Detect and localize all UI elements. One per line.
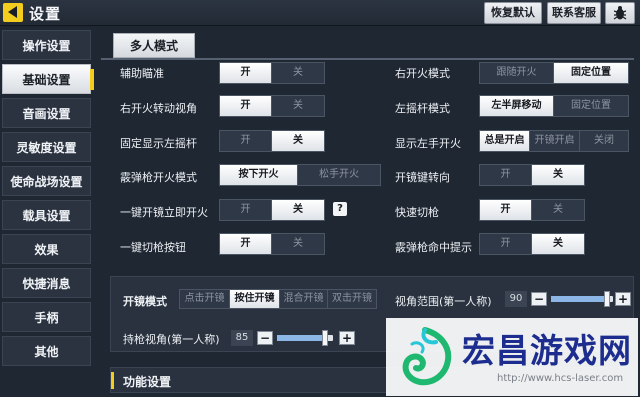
fixed-left-stick-toggle: 开 关 xyxy=(219,130,325,152)
fov-slider-fill xyxy=(551,296,607,302)
sidebar-item-audio-video[interactable]: 音画设置 xyxy=(2,98,91,128)
right-fire-mode-toggle: 跟随开火 固定位置 xyxy=(479,62,629,84)
right-fire-rotate-off[interactable]: 关 xyxy=(272,96,324,116)
fov-decrease-button[interactable]: − xyxy=(531,292,547,306)
scope-key-turn-label: 开镜键转向 xyxy=(395,171,450,184)
quick-switch-gun-on[interactable]: 开 xyxy=(480,200,533,220)
left-stick-half-screen[interactable]: 左半屏移动 xyxy=(480,96,554,116)
watermark-text: 宏昌游戏网 xyxy=(462,331,632,370)
fixed-left-stick-label: 固定显示左摇杆 xyxy=(120,137,197,150)
quick-switch-gun-off[interactable]: 关 xyxy=(532,200,584,220)
aim-assist-label: 辅助瞄准 xyxy=(120,67,164,80)
scope-mode-mixed[interactable]: 混合开镜 xyxy=(280,290,328,308)
left-stick-mode-toggle: 左半屏移动 固定位置 xyxy=(479,95,629,117)
sidebar-item-quick-messages[interactable]: 快捷消息 xyxy=(2,268,91,298)
left-stick-mode-label: 左摇杆模式 xyxy=(395,102,450,115)
scope-instant-fire-off[interactable]: 关 xyxy=(272,200,324,220)
fov-label: 视角范围(第一人称) xyxy=(395,295,492,308)
restore-default-button[interactable]: 恢复默认 xyxy=(484,2,542,24)
sidebar-item-battlefield[interactable]: 使命战场设置 xyxy=(2,166,91,196)
right-fire-rotate-toggle: 开 关 xyxy=(219,95,325,117)
one-key-switch-gun-toggle: 开 关 xyxy=(219,233,325,255)
watermark: 宏昌游戏网 http://www.hcs-laser.com xyxy=(386,318,638,396)
aim-assist-on[interactable]: 开 xyxy=(220,63,273,83)
scope-instant-fire-toggle: 开 关 xyxy=(219,199,325,221)
left-stick-fixed[interactable]: 固定位置 xyxy=(554,96,628,116)
quick-switch-gun-label: 快速切枪 xyxy=(395,206,439,219)
show-left-fire-scoped[interactable]: 开镜开启 xyxy=(530,131,580,151)
gun-view-slider[interactable] xyxy=(277,330,333,346)
right-fire-rotate-on[interactable]: 开 xyxy=(220,96,273,116)
fov-value: 90 xyxy=(505,291,527,307)
contact-support-button[interactable]: 联系客服 xyxy=(547,2,601,24)
gun-view-decrease-button[interactable]: − xyxy=(257,331,273,345)
scope-mode-selector: 点击开镜 按住开镜 混合开镜 双击开镜 xyxy=(179,289,377,309)
sidebar-item-controller[interactable]: 手柄 xyxy=(2,302,91,332)
gun-view-label: 持枪视角(第一人称) xyxy=(123,333,220,346)
page-title: 设置 xyxy=(29,5,62,23)
dragon-logo-icon xyxy=(402,327,452,386)
scope-mode-label: 开镜模式 xyxy=(123,295,167,308)
shotgun-hit-hint-off[interactable]: 关 xyxy=(532,234,584,254)
show-left-fire-label: 显示左手开火 xyxy=(395,137,461,150)
one-key-switch-gun-label: 一键切枪按钮 xyxy=(120,241,186,254)
tab-multiplayer[interactable]: 多人模式 xyxy=(113,33,195,58)
fixed-left-stick-on[interactable]: 开 xyxy=(220,131,273,151)
scope-mode-double-tap[interactable]: 双击开镜 xyxy=(328,290,376,308)
shotgun-release-fire[interactable]: 松手开火 xyxy=(298,165,380,185)
watermark-url: http://www.hcs-laser.com xyxy=(497,373,624,384)
bug-icon xyxy=(613,6,627,20)
shotgun-fire-mode-label: 霰弹枪开火模式 xyxy=(120,171,197,184)
show-left-fire-off[interactable]: 关闭 xyxy=(580,131,628,151)
show-left-fire-always[interactable]: 总是开启 xyxy=(480,131,530,151)
settings-panel: 辅助瞄准 开 关 右开火转动视角 开 关 固定显示左摇杆 开 关 霰弹枪开火模式… xyxy=(101,60,637,270)
one-key-switch-gun-on[interactable]: 开 xyxy=(220,234,273,254)
scope-mode-hold[interactable]: 按住开镜 xyxy=(230,290,280,308)
help-icon[interactable]: ? xyxy=(333,202,347,216)
right-fire-follow[interactable]: 跟随开火 xyxy=(480,63,554,83)
scope-key-turn-on[interactable]: 开 xyxy=(480,165,533,185)
sidebar-item-sensitivity[interactable]: 灵敏度设置 xyxy=(2,132,91,162)
shotgun-hit-hint-label: 霰弹枪命中提示 xyxy=(395,241,472,254)
right-fire-fixed[interactable]: 固定位置 xyxy=(554,63,628,83)
one-key-switch-gun-off[interactable]: 关 xyxy=(272,234,324,254)
function-settings-title: 功能设置 xyxy=(123,375,172,389)
scope-key-turn-toggle: 开 关 xyxy=(479,164,585,186)
fov-slider-thumb[interactable] xyxy=(603,291,610,307)
sidebar-item-other[interactable]: 其他 xyxy=(2,336,91,366)
sidebar-item-basic[interactable]: 基础设置 xyxy=(2,64,94,94)
aim-assist-off[interactable]: 关 xyxy=(272,63,324,83)
show-left-fire-toggle: 总是开启 开镜开启 关闭 xyxy=(479,130,629,152)
shotgun-press-fire[interactable]: 按下开火 xyxy=(220,165,298,185)
quick-switch-gun-toggle: 开 关 xyxy=(479,199,585,221)
sidebar-item-effects[interactable]: 效果 xyxy=(2,234,91,264)
back-button[interactable] xyxy=(3,3,23,22)
bug-report-button[interactable] xyxy=(605,2,635,24)
gun-view-slider-thumb[interactable] xyxy=(321,330,328,346)
right-fire-mode-label: 右开火模式 xyxy=(395,67,450,80)
sidebar-item-vehicle[interactable]: 载具设置 xyxy=(2,200,91,230)
scope-instant-fire-label: 一键开镜立即开火 xyxy=(120,206,208,219)
shotgun-hit-hint-on[interactable]: 开 xyxy=(480,234,533,254)
gun-view-increase-button[interactable]: + xyxy=(339,331,355,345)
right-fire-rotate-label: 右开火转动视角 xyxy=(120,102,197,115)
sidebar-item-operation[interactable]: 操作设置 xyxy=(2,30,91,60)
shotgun-hit-hint-toggle: 开 关 xyxy=(479,233,585,255)
scope-instant-fire-on[interactable]: 开 xyxy=(220,200,273,220)
fov-increase-button[interactable]: + xyxy=(615,292,631,306)
top-bar: 设置 恢复默认 联系客服 xyxy=(0,0,640,26)
aim-assist-toggle: 开 关 xyxy=(219,62,325,84)
scope-key-turn-off[interactable]: 关 xyxy=(532,165,584,185)
gun-view-slider-fill xyxy=(277,335,325,341)
shotgun-fire-mode-toggle: 按下开火 松手开火 xyxy=(219,164,381,186)
scope-mode-tap[interactable]: 点击开镜 xyxy=(180,290,230,308)
gun-view-value: 85 xyxy=(231,330,253,346)
fixed-left-stick-off[interactable]: 关 xyxy=(272,131,324,151)
fov-slider[interactable] xyxy=(551,291,613,307)
